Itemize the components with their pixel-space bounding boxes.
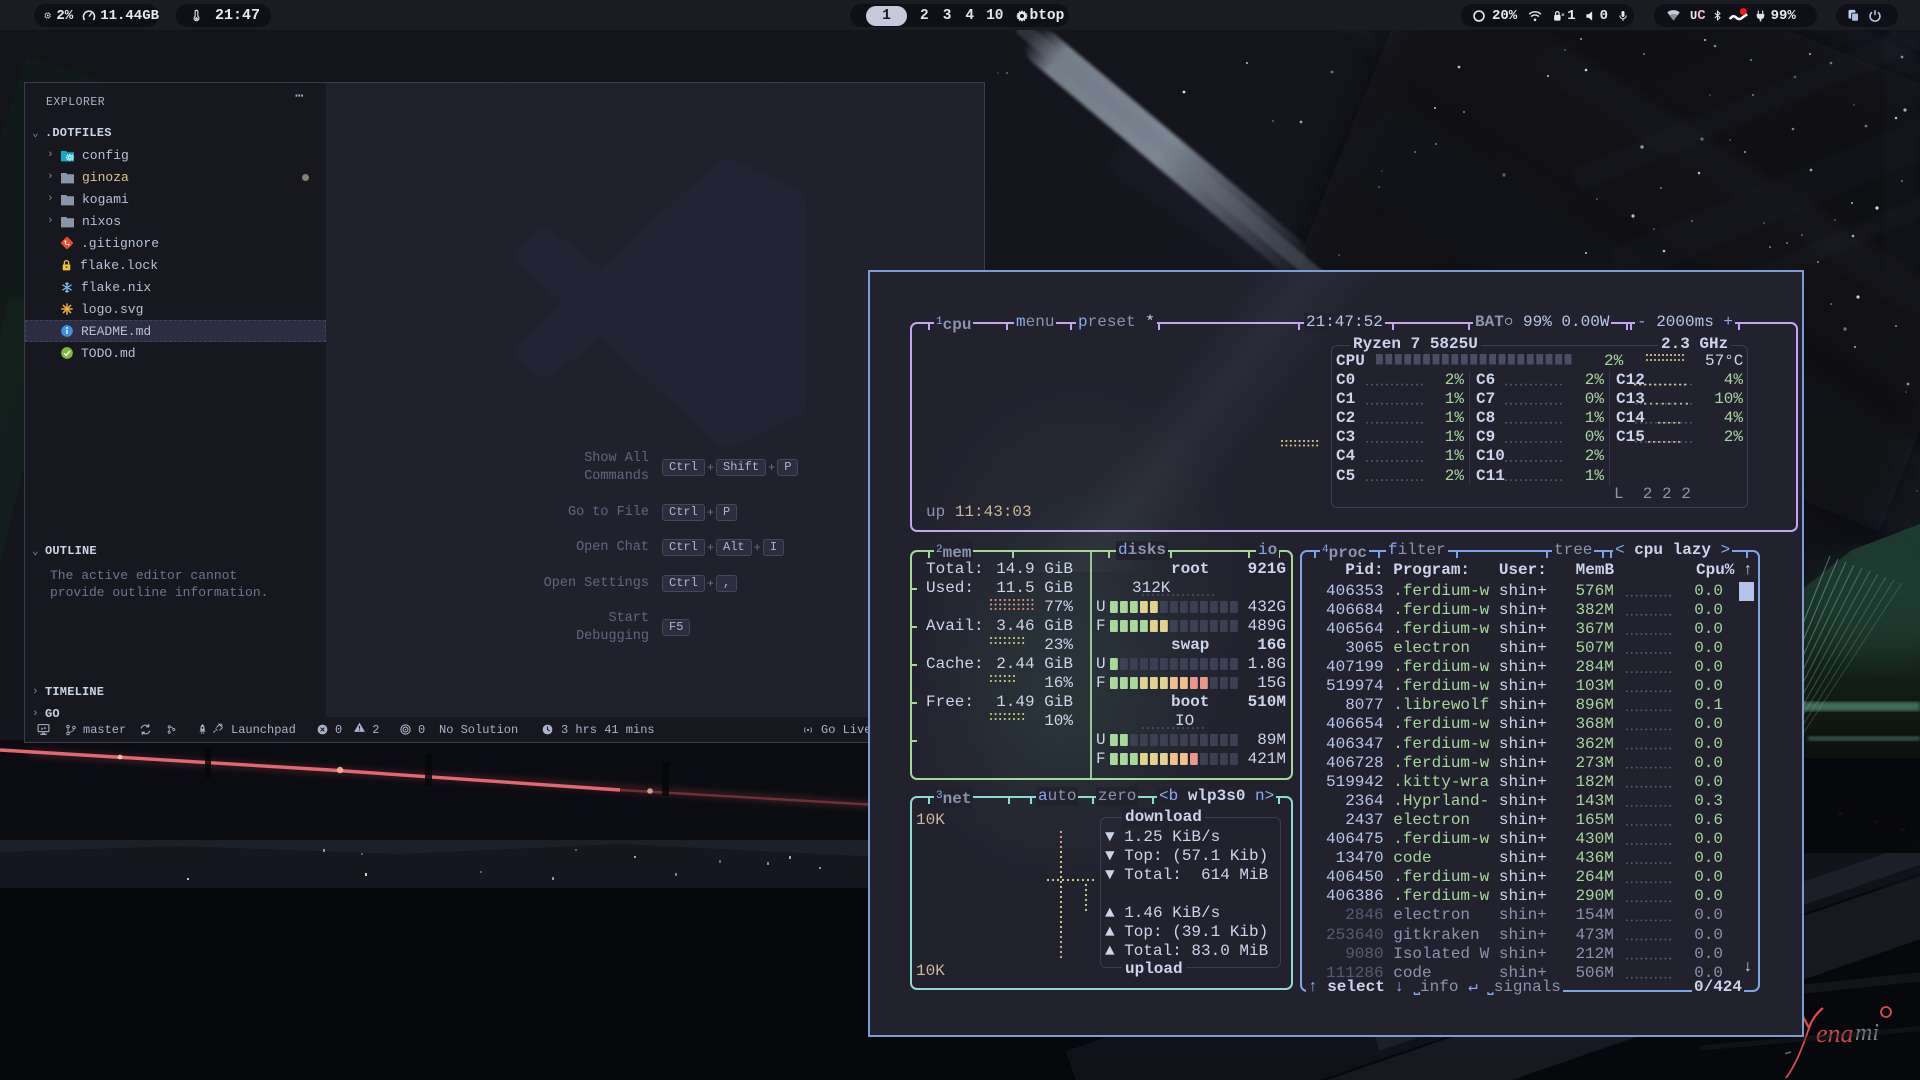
svg-text:×: ×: [1561, 11, 1565, 18]
